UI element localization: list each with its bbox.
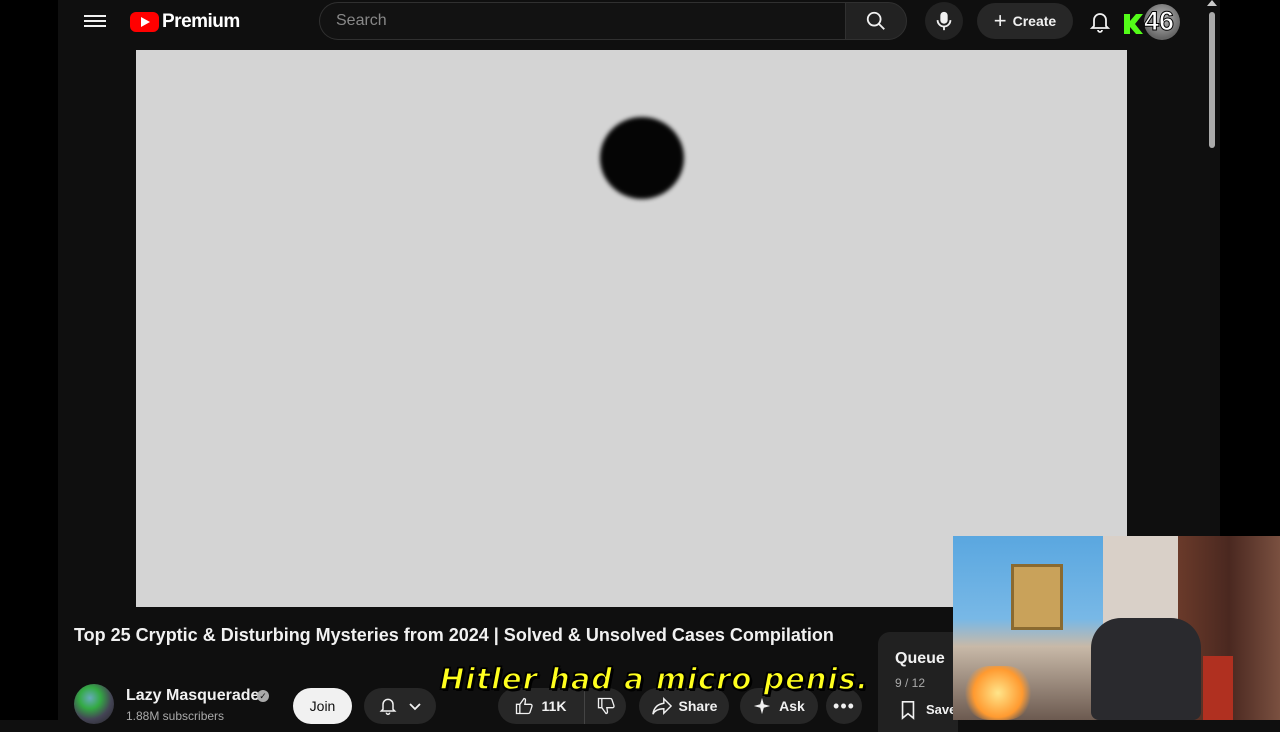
search-icon [866, 11, 885, 30]
like-count: 11K [541, 698, 567, 714]
scrollbar-thumb[interactable] [1209, 12, 1215, 148]
create-label: Create [1012, 13, 1057, 29]
search-box [319, 2, 845, 40]
stream-caption: Hitler had a micro penis. [439, 661, 869, 697]
thumbs-down-icon [597, 697, 615, 715]
save-label[interactable]: Save [926, 702, 956, 717]
thumbs-up-icon [515, 697, 533, 715]
chevron-down-icon [409, 703, 421, 711]
bookmark-icon[interactable] [899, 700, 917, 720]
k-logo-icon [1122, 12, 1144, 36]
webcam-lamp-glow [963, 666, 1033, 720]
video-title: Top 25 Cryptic & Disturbing Mysteries fr… [74, 625, 834, 645]
logo-text: Premium [162, 11, 240, 32]
notifications-bell-icon[interactable] [1088, 10, 1112, 34]
webcam-chair [1091, 618, 1201, 720]
subscription-bell-button[interactable] [364, 688, 436, 724]
more-horizontal-icon: ••• [833, 695, 855, 716]
menu-icon[interactable] [84, 12, 106, 32]
share-label: Share [678, 698, 718, 714]
verified-check-icon: ✓ [257, 690, 269, 702]
share-icon [651, 696, 672, 716]
microphone-icon [936, 11, 952, 31]
webcam-red-object [1203, 656, 1233, 720]
youtube-logo[interactable]: Premium [130, 10, 240, 34]
video-frame-blob [600, 117, 684, 199]
voice-search-button[interactable] [925, 2, 963, 40]
queue-title[interactable]: Queue [895, 650, 945, 668]
queue-count: 9 / 12 [895, 676, 926, 690]
left-black-bar [0, 0, 58, 720]
ask-label: Ask [779, 698, 805, 714]
webcam-overlay [953, 536, 1280, 720]
bell-icon [379, 698, 397, 716]
webcam-picture-frame [1011, 564, 1063, 630]
search-input[interactable] [320, 3, 845, 39]
channel-avatar[interactable] [74, 684, 114, 724]
sparkle-icon [754, 697, 771, 715]
plus-icon: + [993, 8, 1007, 33]
subscriber-count: 1.88M subscribers [126, 709, 225, 723]
scroll-up-arrow[interactable] [1207, 0, 1217, 6]
search-button[interactable] [845, 2, 907, 40]
create-button[interactable]: + Create [977, 3, 1073, 39]
youtube-play-icon [130, 12, 159, 32]
channel-name[interactable]: Lazy Masquerade [126, 687, 259, 705]
overlay-badge-number: 46 [1143, 6, 1175, 37]
join-button[interactable]: Join [293, 688, 352, 724]
